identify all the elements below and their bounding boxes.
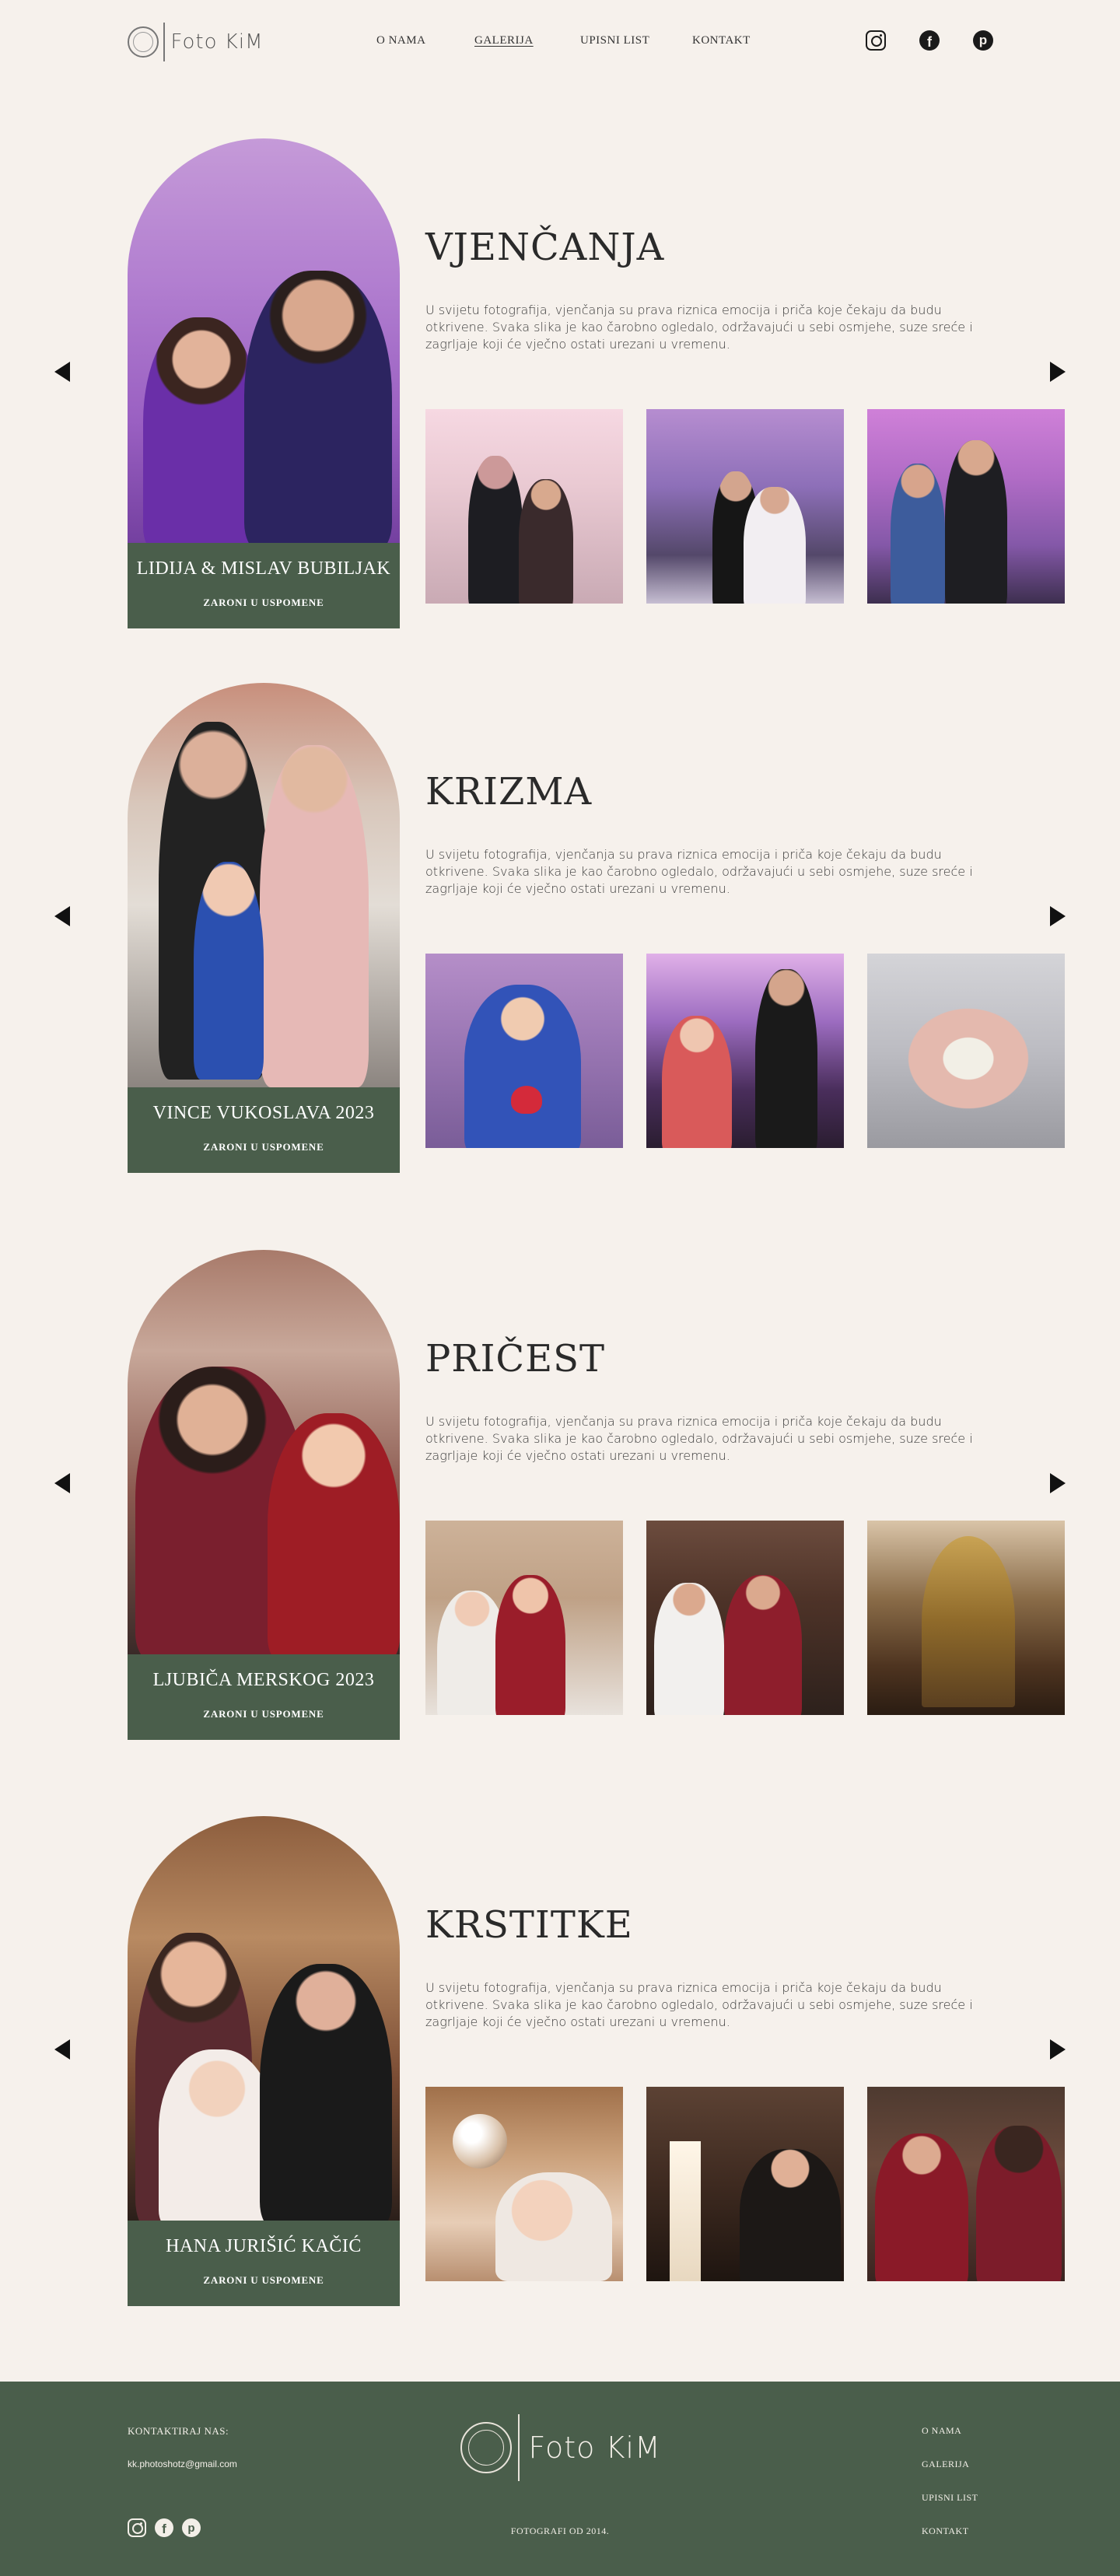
- gallery-thumb[interactable]: [867, 1521, 1065, 1715]
- featured-caption[interactable]: VINCE VUKOSLAVA 2023 ZARONI U USPOMENE: [128, 1087, 400, 1173]
- next-arrow-icon[interactable]: [1050, 1473, 1066, 1493]
- next-arrow-icon[interactable]: [1050, 362, 1066, 382]
- footer-logo[interactable]: Foto KiM: [460, 2414, 661, 2481]
- next-arrow-icon[interactable]: [1050, 906, 1066, 926]
- footer-nav-kontakt[interactable]: KONTAKT: [922, 2525, 969, 2537]
- section-title: KRSTITKE: [425, 1903, 633, 1947]
- footer-nav-upisni-list[interactable]: UPISNI LIST: [922, 2492, 978, 2504]
- nav-item-upisni-list[interactable]: UPISNI LIST: [580, 34, 649, 47]
- featured-photo[interactable]: [128, 1250, 400, 1654]
- section-description: U svijetu fotografija, vjenčanja su prav…: [425, 1414, 973, 1463]
- section-description: U svijetu fotografija, vjenčanja su prav…: [425, 847, 973, 896]
- explore-link[interactable]: ZARONI U USPOMENE: [128, 597, 400, 609]
- gallery-thumb[interactable]: [425, 1521, 623, 1715]
- next-arrow-icon[interactable]: [1050, 2039, 1066, 2060]
- section-description: U svijetu fotografija, vjenčanja su prav…: [425, 1980, 973, 2029]
- featured-name: HANA JURIŠIĆ KAČIĆ: [166, 2236, 362, 2256]
- explore-link[interactable]: ZARONI U USPOMENE: [128, 1141, 400, 1153]
- gallery-section-krizma: VINCE VUKOSLAVA 2023 ZARONI U USPOMENE K…: [0, 683, 1120, 1181]
- gallery-section-pricest: LJUBIČA MERSKOG 2023 ZARONI U USPOMENE P…: [0, 1250, 1120, 1748]
- prev-arrow-icon[interactable]: [54, 2039, 70, 2060]
- logo-text: Foto KiM: [528, 2431, 661, 2465]
- featured-name: LJUBIČA MERSKOG 2023: [152, 1670, 375, 1690]
- gallery-section-vjencanja: LIDIJA & MISLAV BUBILJAK ZARONI U USPOME…: [0, 138, 1120, 636]
- pinterest-icon[interactable]: p: [973, 30, 993, 51]
- logo-rings-icon: [128, 26, 159, 58]
- explore-link[interactable]: ZARONI U USPOMENE: [128, 2274, 400, 2287]
- footer-contact-label: KONTAKTIRAJ NAS:: [128, 2425, 229, 2437]
- gallery-section-krstitke: HANA JURIŠIĆ KAČIĆ ZARONI U USPOMENE KRS…: [0, 1816, 1120, 2314]
- featured-photo[interactable]: [128, 683, 400, 1087]
- featured-name: VINCE VUKOSLAVA 2023: [152, 1103, 375, 1123]
- section-title: KRIZMA: [425, 770, 593, 814]
- gallery-thumb[interactable]: [646, 409, 844, 604]
- gallery-thumb[interactable]: [867, 2087, 1065, 2281]
- featured-name: LIDIJA & MISLAV BUBILJAK: [136, 558, 391, 579]
- facebook-icon[interactable]: f: [919, 30, 940, 51]
- logo-rings-icon: [460, 2422, 512, 2473]
- section-description: U svijetu fotografija, vjenčanja su prav…: [425, 303, 973, 352]
- gallery-thumb[interactable]: [425, 2087, 623, 2281]
- gallery-thumb[interactable]: [646, 1521, 844, 1715]
- site-header: Foto KiM O NAMA GALERIJA UPISNI LIST KON…: [0, 0, 1120, 86]
- featured-caption[interactable]: LIDIJA & MISLAV BUBILJAK ZARONI U USPOME…: [128, 543, 400, 628]
- featured-photo[interactable]: [128, 138, 400, 543]
- nav-item-kontakt[interactable]: KONTAKT: [692, 34, 751, 47]
- site-logo[interactable]: Foto KiM: [128, 22, 264, 62]
- instagram-icon[interactable]: [866, 30, 886, 51]
- prev-arrow-icon[interactable]: [54, 362, 70, 382]
- featured-photo[interactable]: [128, 1816, 400, 2221]
- footer-nav-o-nama[interactable]: O NAMA: [922, 2425, 961, 2437]
- gallery-thumb[interactable]: [425, 409, 623, 604]
- section-title: VJENČANJA: [425, 226, 665, 269]
- gallery-thumb[interactable]: [867, 409, 1065, 604]
- nav-item-o-nama[interactable]: O NAMA: [376, 34, 425, 47]
- logo-text: Foto KiM: [170, 30, 264, 54]
- footer-email-link[interactable]: kk.photoshotz@gmail.com: [128, 2459, 237, 2469]
- prev-arrow-icon[interactable]: [54, 906, 70, 926]
- footer-nav-galerija[interactable]: GALERIJA: [922, 2459, 969, 2470]
- gallery-thumb[interactable]: [646, 2087, 844, 2281]
- nav-item-galerija[interactable]: GALERIJA: [474, 34, 534, 47]
- explore-link[interactable]: ZARONI U USPOMENE: [128, 1708, 400, 1720]
- featured-caption[interactable]: LJUBIČA MERSKOG 2023 ZARONI U USPOMENE: [128, 1654, 400, 1740]
- gallery-thumb[interactable]: [646, 954, 844, 1148]
- gallery-thumb[interactable]: [867, 954, 1065, 1148]
- prev-arrow-icon[interactable]: [54, 1473, 70, 1493]
- gallery-thumb[interactable]: [425, 954, 623, 1148]
- featured-caption[interactable]: HANA JURIŠIĆ KAČIĆ ZARONI U USPOMENE: [128, 2221, 400, 2306]
- section-title: PRIČEST: [425, 1337, 606, 1381]
- site-footer: KONTAKTIRAJ NAS: kk.photoshotz@gmail.com…: [0, 2382, 1120, 2576]
